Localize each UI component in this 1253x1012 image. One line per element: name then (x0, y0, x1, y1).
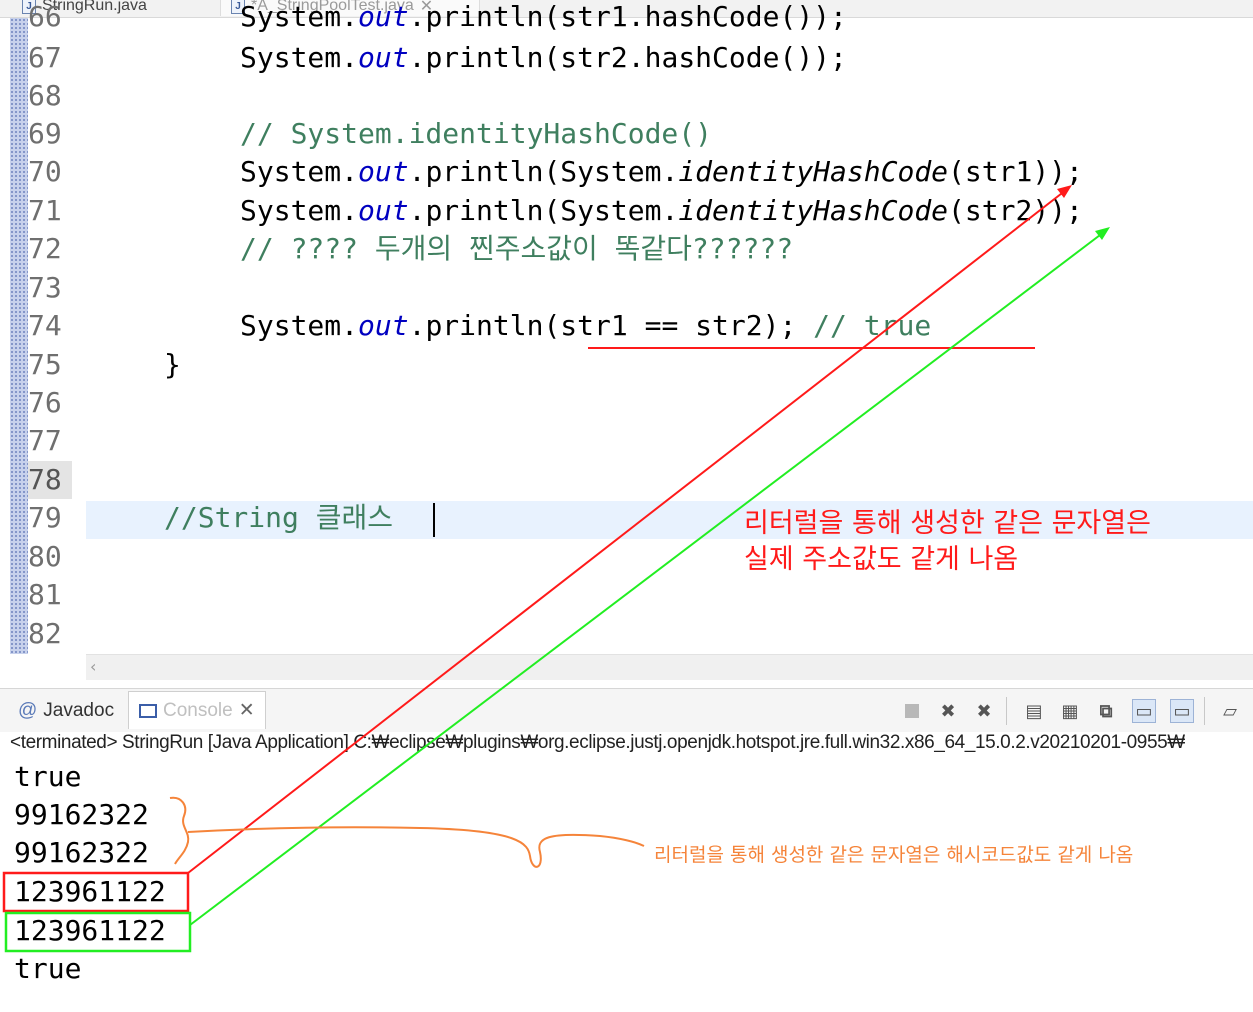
orange-annotation-note: 리터럴을 통해 생성한 같은 문자열은 해시코드값도 같게 나옴 (654, 844, 1134, 866)
line-number: 81 (28, 578, 62, 611)
pin-console-icon[interactable]: ▱ (1218, 699, 1242, 723)
line-number: 70 (28, 155, 62, 188)
line-number: 80 (28, 540, 62, 573)
code-line-75: } (164, 348, 181, 381)
scroll-lock-icon[interactable]: ▦ (1058, 699, 1082, 723)
scroll-left-icon[interactable]: ‹ (90, 657, 96, 676)
horizontal-scrollbar[interactable]: ‹ (86, 654, 1253, 680)
code-line-66: System.out.println(str1.hashCode()); (240, 0, 847, 33)
console-status: <terminated> StringRun [Java Application… (10, 732, 1185, 753)
tab-label: Console (163, 699, 233, 721)
line-number: 73 (28, 271, 62, 304)
line-number: 69 (28, 117, 62, 150)
code-line-69: // System.identityHashCode() (240, 117, 713, 150)
console-output-line: true (14, 760, 82, 793)
show-on-error-icon[interactable]: ▭ (1170, 699, 1194, 723)
line-number: 77 (28, 424, 62, 457)
code-line-72: // ???? 두개의 찐주소값이 똑같다?????? (240, 232, 794, 265)
overview-ruler (10, 18, 28, 654)
close-icon[interactable]: ✕ (239, 699, 255, 722)
line-number: 78 (28, 461, 72, 499)
orange-squiggle (187, 826, 645, 868)
tab-javadoc[interactable]: @ Javadoc (18, 695, 114, 727)
line-number: 75 (28, 348, 62, 381)
text-caret (433, 503, 435, 537)
code-line-74: System.out.println(str1 == str2); // tru… (240, 309, 932, 342)
terminate-icon[interactable] (900, 699, 924, 723)
tab-label: Javadoc (43, 700, 115, 721)
code-line-71: System.out.println(System.identityHashCo… (240, 194, 1083, 227)
remove-all-terminated-icon[interactable]: ✖ (972, 699, 996, 723)
console-output-line: 99162322 (14, 836, 149, 869)
tab-console[interactable]: Console ✕ (128, 691, 266, 729)
line-number: 71 (28, 194, 62, 227)
word-wrap-icon[interactable]: ⧉ (1094, 699, 1118, 723)
orange-bracket (169, 796, 190, 865)
console-output-line: true (14, 952, 82, 985)
at-icon: @ (18, 700, 38, 721)
show-on-output-icon[interactable]: ▭ (1132, 699, 1156, 723)
line-number: 82 (28, 617, 62, 650)
console-output-line: 123961122 (14, 875, 166, 908)
console-output-line: 123961122 (14, 914, 166, 947)
line-number: 68 (28, 79, 62, 112)
red-annotation-note: 리터럴을 통해 생성한 같은 문자열은 실제 주소값도 같게 나옴 (744, 508, 1151, 575)
code-line-70: System.out.println(System.identityHashCo… (240, 155, 1083, 188)
line-number: 79 (28, 501, 62, 534)
clear-console-icon[interactable]: ▤ (1022, 699, 1046, 723)
line-number: 66 (28, 0, 62, 33)
line-number: 74 (28, 309, 62, 342)
line-number: 76 (28, 386, 62, 419)
console-output-line: 99162322 (14, 798, 149, 831)
line-number: 72 (28, 232, 62, 265)
code-line-67: System.out.println(str2.hashCode()); (240, 41, 847, 74)
console-icon (139, 703, 157, 718)
remove-launch-icon[interactable]: ✖ (936, 699, 960, 723)
console-panel-header: @ Javadoc Console ✕ ✖ ✖ ▤ ▦ ⧉ ▭ ▭ ▱ (0, 688, 1253, 732)
code-line-79: //String 클래스 (164, 501, 393, 534)
line-number: 67 (28, 41, 62, 74)
